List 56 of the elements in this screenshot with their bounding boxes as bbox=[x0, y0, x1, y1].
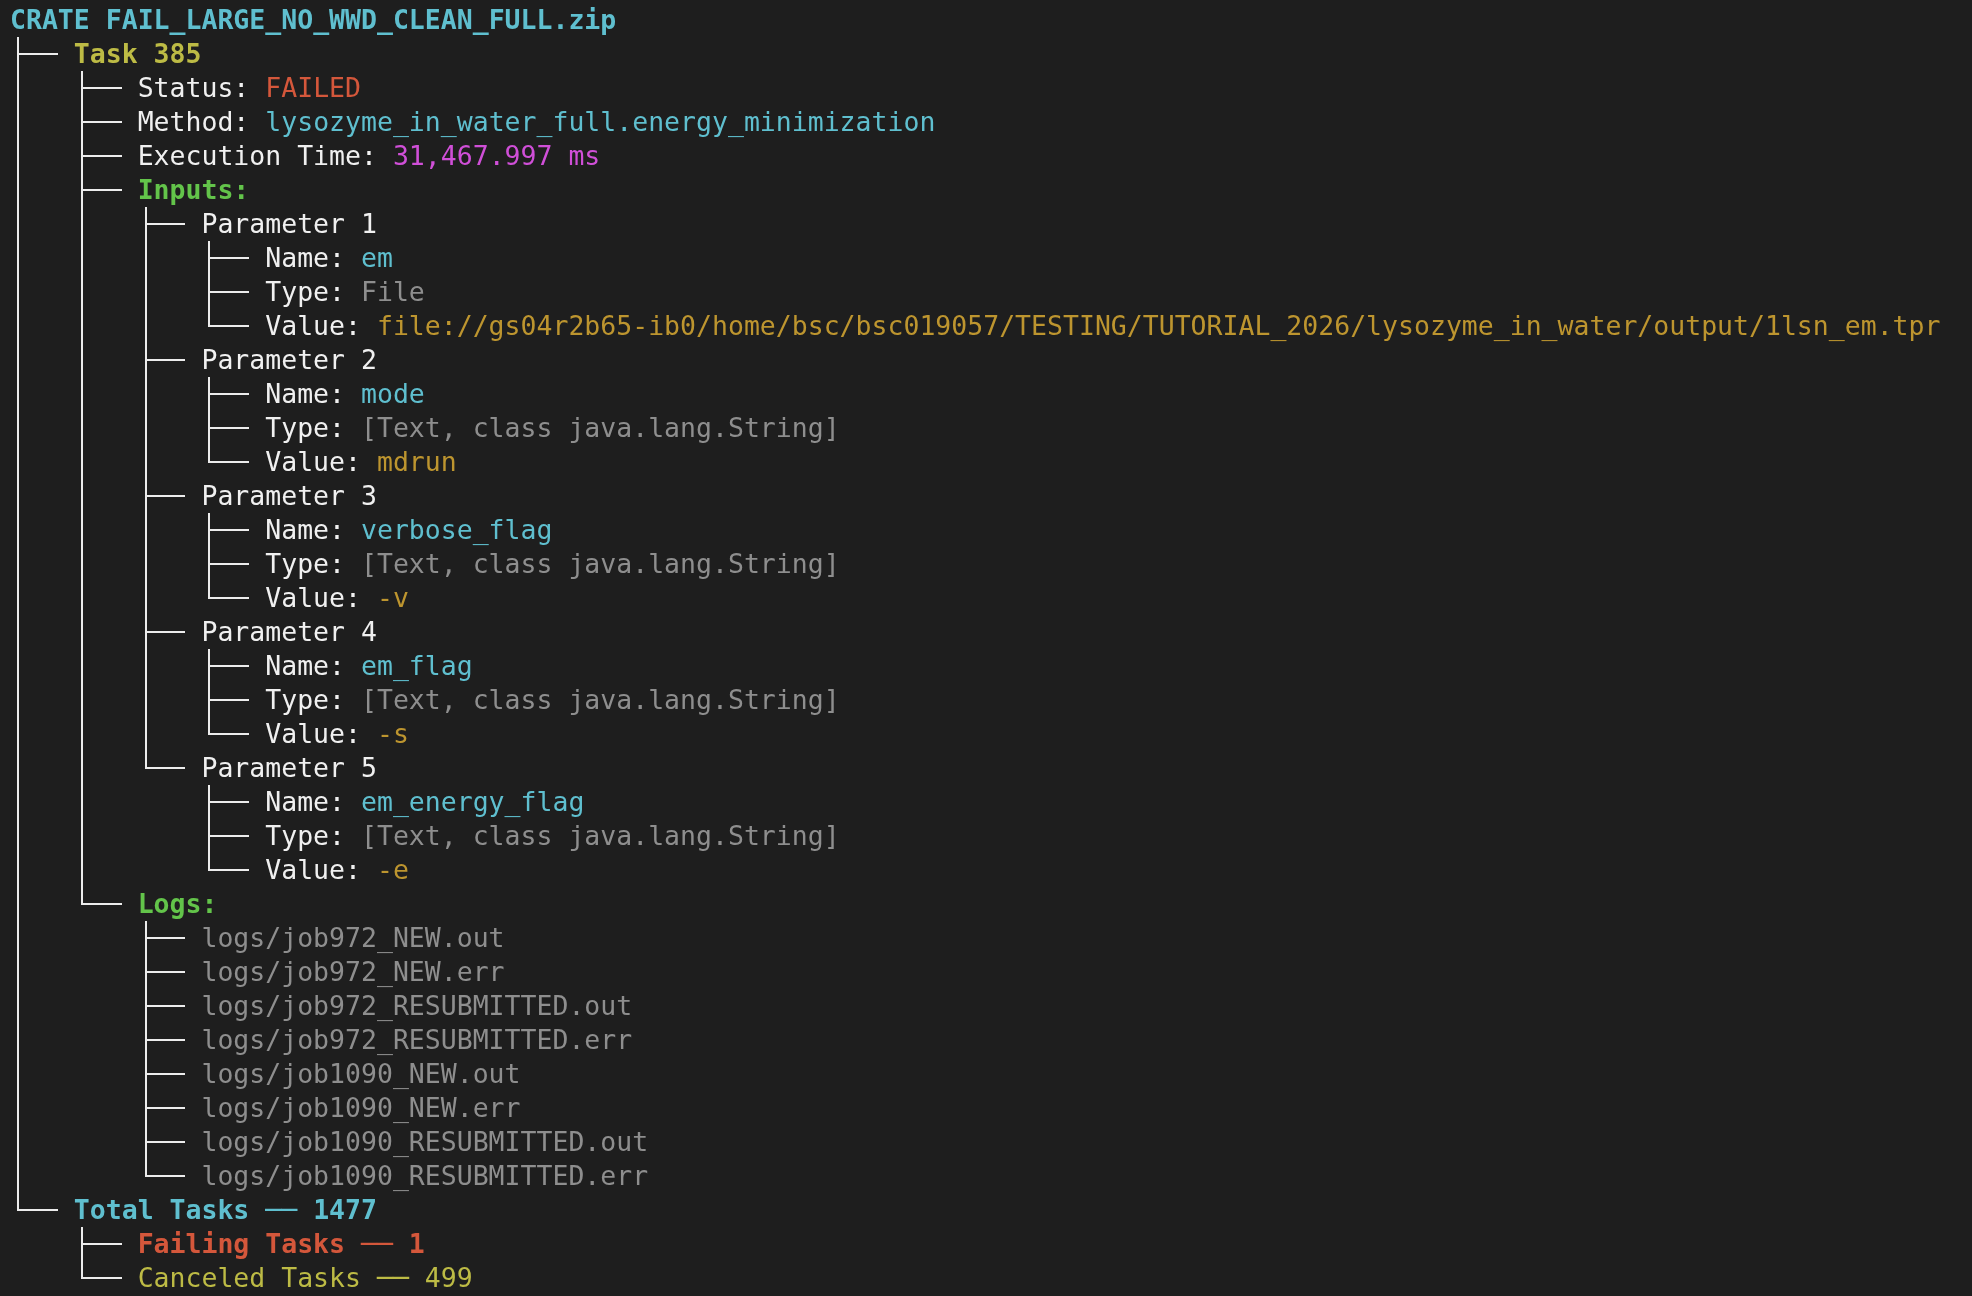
task-label: Task 385 bbox=[73, 37, 202, 71]
field-label: Type: bbox=[265, 683, 346, 717]
parameter-name-value: em bbox=[361, 241, 393, 275]
field-label: Type: bbox=[265, 547, 346, 581]
parameter-name-value: em_energy_flag bbox=[361, 785, 585, 819]
total-tasks-label: Total Tasks ── 1477 bbox=[73, 1193, 377, 1227]
field-label: Name: bbox=[265, 649, 346, 683]
field-label: Value: bbox=[265, 445, 361, 479]
archive-title: CRATE FAIL_LARGE_NO_WWD_CLEAN_FULL.zip bbox=[10, 3, 617, 37]
log-file-path: logs/job1090_NEW.err bbox=[201, 1091, 521, 1125]
parameter-label: Parameter 5 bbox=[201, 751, 377, 785]
parameter-name-value: em_flag bbox=[361, 649, 473, 683]
field-label: Value: bbox=[265, 717, 361, 751]
field-label: Value: bbox=[265, 853, 361, 887]
log-file-path: logs/job1090_RESUBMITTED.err bbox=[201, 1159, 649, 1193]
field-label: Name: bbox=[265, 785, 346, 819]
field-label: Status: bbox=[137, 71, 250, 105]
parameter-label: Parameter 1 bbox=[201, 207, 377, 241]
log-file-path: logs/job1090_NEW.out bbox=[201, 1057, 521, 1091]
section-label: Inputs: bbox=[137, 173, 250, 207]
field-label: Name: bbox=[265, 513, 346, 547]
parameter-type-value: [Text, class java.lang.String] bbox=[361, 683, 840, 717]
field-label: Type: bbox=[265, 411, 346, 445]
parameter-value: -e bbox=[376, 853, 409, 887]
parameter-type-value: [Text, class java.lang.String] bbox=[361, 411, 840, 445]
field-label: Type: bbox=[265, 275, 346, 309]
canceled-tasks-label: Canceled Tasks ── 499 bbox=[137, 1261, 473, 1295]
log-file-path: logs/job972_RESUBMITTED.err bbox=[201, 1023, 633, 1057]
log-file-path: logs/job972_NEW.out bbox=[201, 921, 505, 955]
status-value: FAILED bbox=[265, 71, 361, 105]
log-file-path: logs/job1090_RESUBMITTED.out bbox=[201, 1125, 649, 1159]
section-label: Logs: bbox=[137, 887, 218, 921]
parameter-value: mdrun bbox=[376, 445, 457, 479]
failing-tasks-label: Failing Tasks ── 1 bbox=[137, 1227, 425, 1261]
parameter-type-value: File bbox=[361, 275, 425, 309]
parameter-name-value: verbose_flag bbox=[361, 513, 553, 547]
field-label: Name: bbox=[265, 377, 346, 411]
parameter-type-value: [Text, class java.lang.String] bbox=[361, 547, 840, 581]
parameter-name-value: mode bbox=[361, 377, 425, 411]
parameter-label: Parameter 3 bbox=[201, 479, 377, 513]
parameter-label: Parameter 4 bbox=[201, 615, 377, 649]
parameter-value: -s bbox=[376, 717, 409, 751]
field-label: Value: bbox=[265, 581, 361, 615]
field-label: Value: bbox=[265, 309, 361, 343]
parameter-label: Parameter 2 bbox=[201, 343, 377, 377]
field-label: Execution Time: bbox=[137, 139, 377, 173]
field-label: Method: bbox=[137, 105, 250, 139]
log-file-path: logs/job972_RESUBMITTED.out bbox=[201, 989, 633, 1023]
execution-time-value: 31,467.997 ms bbox=[392, 139, 601, 173]
parameter-value: file://gs04r2b65-ib0/home/bsc/bsc019057/TESTING/TUTORIAL_2026/lysozyme_in_water/output/1lsn_em.tpr bbox=[376, 309, 1941, 343]
parameter-type-value: [Text, class java.lang.String] bbox=[361, 819, 840, 853]
log-file-path: logs/job972_NEW.err bbox=[201, 955, 505, 989]
field-label: Name: bbox=[265, 241, 346, 275]
method-value: lysozyme_in_water_full.energy_minimization bbox=[265, 105, 936, 139]
field-label: Type: bbox=[265, 819, 346, 853]
parameter-value: -v bbox=[376, 581, 409, 615]
